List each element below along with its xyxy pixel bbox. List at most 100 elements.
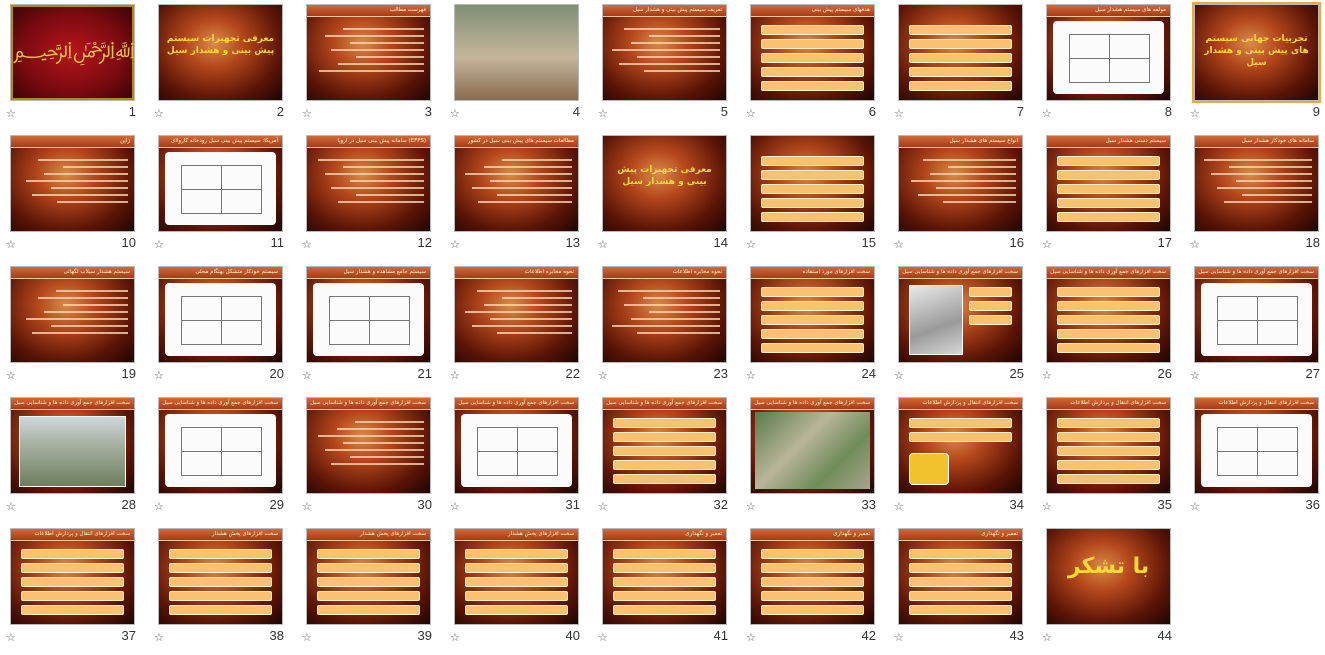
slide-thumbnail-cell[interactable]: سامانه های خودکار هشدار سیل ☆ 18 [1184,131,1325,262]
slide-thumbnail-cell[interactable]: سخت افزارهای جمع آوری داده ها و شناسایی … [148,393,296,524]
slide-thumbnail-cell[interactable]: معرفی تجهیزات پیش بینی و هشدار سیل ☆ 14 [592,131,740,262]
slide-thumbnail[interactable]: سخت افزارهای جمع آوری داده ها و شناسایی … [602,397,727,494]
star-icon[interactable]: ☆ [746,631,756,644]
slide-thumbnail-cell[interactable]: ☆1 [0,0,148,131]
slide-thumbnail[interactable] [454,4,579,101]
star-icon[interactable]: ☆ [894,500,904,513]
slide-thumbnail[interactable]: سخت افزارهای پخش هشدار [306,528,431,625]
slide-thumbnail[interactable]: سیستم هشدار سیلاب لگهائی [10,266,135,363]
star-icon[interactable]: ☆ [598,107,608,120]
slide-thumbnail-cell[interactable]: سخت افزارهای جمع آوری داده ها و شناسایی … [444,393,592,524]
slide-thumbnail[interactable]: سخت افزارهای انتقال و پردازش اطلاعات [1194,397,1319,494]
slide-thumbnail-cell[interactable]: سخت افزارهای جمع آوری داده ها و شناسایی … [296,393,444,524]
slide-thumbnail-cell[interactable]: سیستم جامع مشاهده و هشدار سیل ☆ 21 [296,262,444,393]
slide-thumbnail[interactable]: سخت افزارهای جمع آوری داده ها و شناسایی … [306,397,431,494]
star-icon[interactable]: ☆ [598,238,608,251]
star-icon[interactable]: ☆ [154,631,164,644]
slide-thumbnail[interactable]: مطالعات سیستم های پیش بینی سیل در کشور [454,135,579,232]
slide-thumbnail[interactable]: سخت افزارهای جمع آوری داده ها و شناسایی … [158,397,283,494]
slide-thumbnail-cell[interactable]: هدفهای سیستم پیش بینی ☆ 6 [740,0,888,131]
slide-thumbnail-cell[interactable]: مولفه های سیستم هشدار سیل ☆ 8 [1036,0,1184,131]
slide-thumbnail[interactable]: سخت افزارهای انتقال و پردازش اطلاعات [1046,397,1171,494]
star-icon[interactable]: ☆ [1042,107,1052,120]
star-icon[interactable]: ☆ [1190,107,1200,120]
slide-thumbnail[interactable]: ژاپن [10,135,135,232]
slide-thumbnail[interactable]: سخت افزارهای جمع آوری داده ها و شناسایی … [454,397,579,494]
slide-thumbnail-cell[interactable]: سیستم هشدار سیلاب لگهائی ☆ 19 [0,262,148,393]
slide-thumbnail-cell[interactable]: سخت افزارهای انتقال و پردازش اطلاعات ☆ 35 [1036,393,1184,524]
slide-thumbnail-cell[interactable]: سخت افزارهای جمع آوری داده ها و شناسایی … [0,393,148,524]
slide-thumbnail[interactable]: انواع سیستم های هشدار سیل [898,135,1023,232]
star-icon[interactable]: ☆ [598,500,608,513]
slide-thumbnail-cell[interactable]: سخت افزارهای جمع آوری داده ها و شناسایی … [1184,262,1325,393]
star-icon[interactable]: ☆ [6,631,16,644]
star-icon[interactable]: ☆ [450,238,460,251]
star-icon[interactable]: ☆ [894,631,904,644]
slide-thumbnail[interactable]: هدفهای سیستم پیش بینی [750,4,875,101]
slide-thumbnail[interactable]: سخت افزارهای جمع آوری داده ها و شناسایی … [898,266,1023,363]
slide-thumbnail[interactable]: سخت افزارهای انتقال و پردازش اطلاعات [898,397,1023,494]
slide-thumbnail-cell[interactable]: سخت افزارهای پخش هشدار ☆ 38 [148,524,296,655]
slide-thumbnail[interactable]: سخت افزارهای جمع آوری داده ها و شناسایی … [10,397,135,494]
star-icon[interactable]: ☆ [746,107,756,120]
star-icon[interactable]: ☆ [746,238,756,251]
star-icon[interactable]: ☆ [746,500,756,513]
star-icon[interactable]: ☆ [894,238,904,251]
slide-thumbnail-cell[interactable]: تجربیات جهانی سیستم های پیش بینی و هشدار… [1184,0,1325,131]
star-icon[interactable]: ☆ [894,107,904,120]
slide-thumbnail-cell[interactable]: ☆ 4 [444,0,592,131]
slide-thumbnail[interactable]: تعمیر و نگهداری [602,528,727,625]
star-icon[interactable]: ☆ [746,369,756,382]
slide-thumbnail[interactable]: سخت افزارهای پخش هشدار [454,528,579,625]
slide-thumbnail-cell[interactable]: انواع سیستم های هشدار سیل ☆ 16 [888,131,1036,262]
slide-thumbnail[interactable]: تعمیر و نگهداری [898,528,1023,625]
slide-thumbnail[interactable]: سخت افزارهای انتقال و پردازش اطلاعات [10,528,135,625]
slide-thumbnail[interactable]: سامانه های خودکار هشدار سیل [1194,135,1319,232]
slide-thumbnail-cell[interactable]: سخت افزارهای جمع آوری داده ها و شناسایی … [592,393,740,524]
star-icon[interactable]: ☆ [1042,238,1052,251]
slide-thumbnail-cell[interactable]: سخت افزارهای جمع آوری داده ها و شناسایی … [740,393,888,524]
slide-thumbnail-cell[interactable]: سیستم دستی هشدار سیل ☆ 17 [1036,131,1184,262]
star-icon[interactable]: ☆ [598,369,608,382]
star-icon[interactable]: ☆ [302,107,312,120]
star-icon[interactable]: ☆ [1190,369,1200,382]
slide-thumbnail[interactable]: تعریف سیستم پیش بینی و هشدار سیل [602,4,727,101]
slide-thumbnail[interactable]: فهرست مطالب [306,4,431,101]
slide-thumbnail-cell[interactable]: نحوه مخابره اطلاعات ☆ 22 [444,262,592,393]
star-icon[interactable]: ☆ [302,500,312,513]
star-icon[interactable]: ☆ [302,631,312,644]
slide-thumbnail[interactable]: نحوه مخابره اطلاعات [602,266,727,363]
slide-thumbnail[interactable] [898,4,1023,101]
slide-thumbnail[interactable]: سیستم دستی هشدار سیل [1046,135,1171,232]
slide-thumbnail-cell[interactable]: فهرست مطالب ☆ 3 [296,0,444,131]
star-icon[interactable]: ☆ [598,631,608,644]
star-icon[interactable]: ☆ [154,238,164,251]
slide-thumbnail[interactable]: سیستم جامع مشاهده و هشدار سیل [306,266,431,363]
star-icon[interactable]: ☆ [6,107,16,120]
slide-thumbnail-cell[interactable]: ☆ 7 [888,0,1036,131]
slide-thumbnail-cell[interactable]: سخت افزارهای پخش هشدار ☆ 40 [444,524,592,655]
slide-thumbnail-cell[interactable]: سخت افزارهای انتقال و پردازش اطلاعات ☆ 36 [1184,393,1325,524]
star-icon[interactable]: ☆ [1042,500,1052,513]
star-icon[interactable]: ☆ [6,238,16,251]
slide-thumbnail[interactable]: معرفی تجهیزات سیستم پیش بینی و هشدار سیل [158,4,283,101]
slide-thumbnail-cell[interactable]: سخت افزارهای انتقال و پردازش اطلاعات ☆ 37 [0,524,148,655]
star-icon[interactable]: ☆ [894,369,904,382]
slide-thumbnail[interactable]: سخت افزارهای جمع آوری داده ها و شناسایی … [1194,266,1319,363]
slide-thumbnail[interactable]: نحوه مخابره اطلاعات [454,266,579,363]
slide-thumbnail-cell[interactable]: تعمیر و نگهداری ☆ 43 [888,524,1036,655]
slide-thumbnail[interactable]: سیستم خودکار متشکل بهنگام محلی [158,266,283,363]
slide-thumbnail[interactable]: سخت افزارهای جمع آوری داده ها و شناسایی … [1046,266,1171,363]
star-icon[interactable]: ☆ [1042,369,1052,382]
slide-thumbnail[interactable]: سخت افزارهای پخش هشدار [158,528,283,625]
slide-thumbnail-cell[interactable]: سیستم خودکار متشکل بهنگام محلی ☆ 20 [148,262,296,393]
slide-thumbnail-cell[interactable]: ژاپن ☆ 10 [0,131,148,262]
slide-thumbnail[interactable]: سامانه پیش بینی سیل در اروپا (EFFS) [306,135,431,232]
slide-thumbnail[interactable] [750,135,875,232]
slide-thumbnail-cell[interactable]: سخت افزارهای جمع آوری داده ها و شناسایی … [888,262,1036,393]
slide-thumbnail[interactable]: سخت افزارهای جمع آوری داده ها و شناسایی … [750,397,875,494]
slide-thumbnail-cell[interactable]: با تشکر ☆ 44 [1036,524,1184,655]
slide-thumbnail[interactable]: تعمیر و نگهداری [750,528,875,625]
slide-thumbnail[interactable]: آمریکا: سیستم پیش بینی سیل رودخانه کارول… [158,135,283,232]
star-icon[interactable]: ☆ [6,500,16,513]
